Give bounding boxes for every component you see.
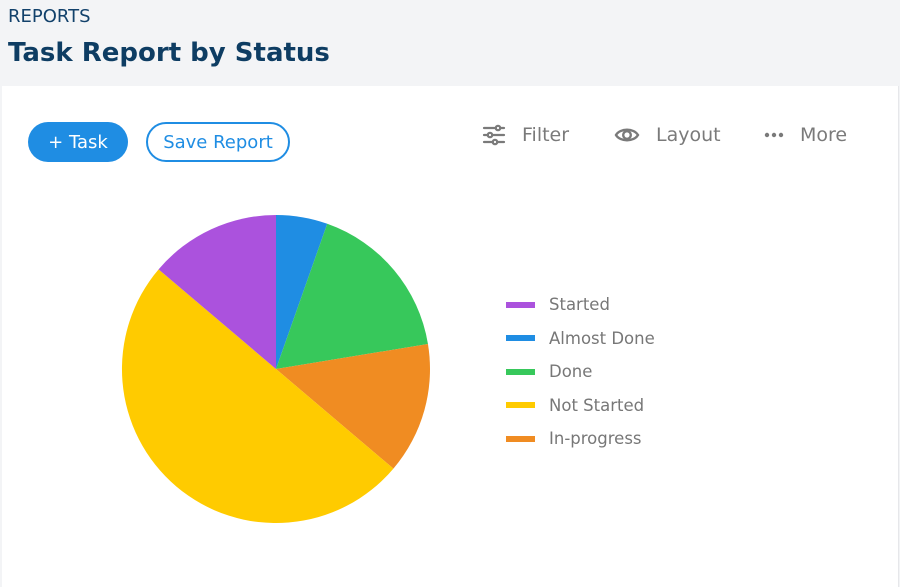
- legend-label: Almost Done: [549, 328, 655, 348]
- legend-swatch: [506, 435, 535, 442]
- ellipsis-icon: [764, 132, 784, 138]
- filter-button[interactable]: Filter: [482, 120, 569, 150]
- legend-item[interactable]: Almost Done: [506, 322, 655, 356]
- legend-swatch: [506, 301, 535, 308]
- legend-label: Started: [549, 295, 610, 315]
- chart-legend: Started Almost Done Done Not Started In-prog…: [506, 288, 655, 456]
- sliders-icon: [482, 124, 506, 146]
- breadcrumb[interactable]: REPORTS: [8, 6, 91, 27]
- eye-icon: [614, 128, 640, 142]
- more-button[interactable]: More: [764, 120, 847, 150]
- legend-swatch: [506, 335, 535, 342]
- legend-label: In-progress: [549, 429, 642, 449]
- legend-label: Not Started: [549, 395, 645, 415]
- page-title: Task Report by Status: [8, 38, 330, 68]
- report-card: + Task Save Report Filter Layout More St…: [2, 86, 899, 587]
- legend-item[interactable]: In-progress: [506, 422, 655, 456]
- legend-swatch: [506, 368, 535, 375]
- page-header: REPORTS Task Report by Status: [0, 0, 900, 86]
- filter-label: Filter: [522, 124, 570, 146]
- legend-item[interactable]: Not Started: [506, 389, 655, 423]
- layout-label: Layout: [656, 124, 721, 146]
- layout-button[interactable]: Layout: [614, 120, 721, 150]
- more-label: More: [800, 124, 848, 146]
- legend-item[interactable]: Started: [506, 288, 655, 322]
- legend-item[interactable]: Done: [506, 355, 655, 389]
- legend-swatch: [506, 402, 535, 409]
- legend-label: Done: [549, 362, 593, 382]
- pie-chart: [121, 215, 431, 524]
